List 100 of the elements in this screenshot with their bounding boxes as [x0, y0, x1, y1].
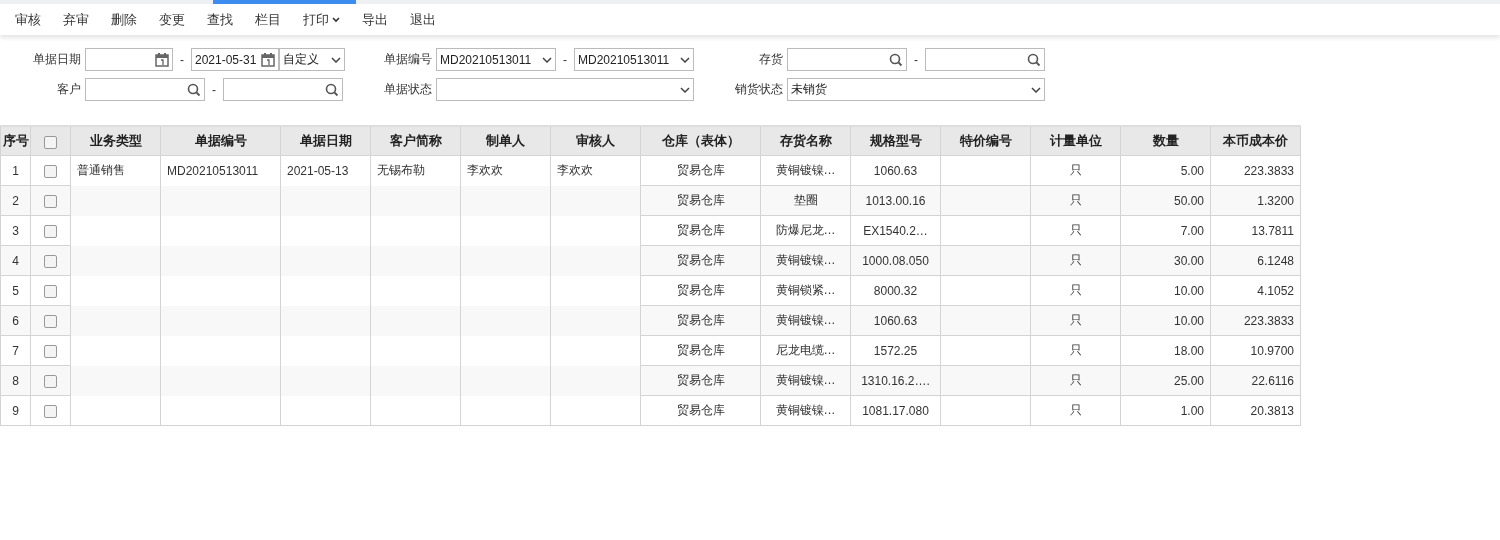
table-cell: 1.3200	[1210, 185, 1301, 216]
calendar-icon[interactable]	[155, 52, 169, 67]
row-checkbox[interactable]	[44, 164, 57, 178]
row-checkbox[interactable]	[44, 284, 57, 298]
table-cell: 8000.32	[850, 275, 941, 306]
table-cell: 只	[1030, 215, 1121, 246]
search-icon[interactable]	[187, 82, 201, 97]
chevron-down-icon	[331, 56, 341, 63]
calendar-icon[interactable]	[261, 52, 275, 67]
table-cell: 贸易仓库	[640, 155, 761, 186]
table-cell: 18.00	[1120, 335, 1211, 366]
table-cell: 223.3833	[1210, 155, 1301, 186]
search-icon[interactable]	[1027, 52, 1041, 67]
table-cell: 只	[1030, 245, 1121, 276]
table-cell: 贸易仓库	[640, 365, 761, 396]
filter-label: 存货	[758, 51, 784, 68]
toolbar-button[interactable]: 退出	[403, 10, 443, 29]
filter-label: 单据编号	[383, 51, 433, 68]
column-header: 计量单位	[1030, 126, 1121, 156]
table-cell: 只	[1030, 185, 1121, 216]
date-field[interactable]: 2021-05-31	[191, 48, 279, 71]
search-icon[interactable]	[325, 82, 339, 97]
table-cell: 贸易仓库	[640, 185, 761, 216]
table-cell: 黄铜镀镍…	[760, 395, 851, 426]
chevron-down-icon	[1031, 86, 1041, 93]
table-cell: 黄铜镀镍…	[760, 155, 851, 186]
row-checkbox[interactable]	[44, 194, 57, 208]
table-cell: 1572.25	[850, 335, 941, 366]
table-cell: 50.00	[1120, 185, 1211, 216]
row-number: 5	[0, 275, 31, 306]
column-header: 数量	[1120, 126, 1211, 156]
column-header: 审核人	[550, 126, 641, 156]
row-checkbox[interactable]	[44, 374, 57, 388]
row-number: 1	[0, 155, 31, 186]
row-checkbox[interactable]	[44, 314, 57, 328]
toolbar-button[interactable]: 变更	[152, 10, 192, 29]
table-cell: 13.7811	[1210, 215, 1301, 246]
table-cell: 223.3833	[1210, 305, 1301, 336]
toolbar-button[interactable]: 栏目	[248, 10, 288, 29]
table-cell: 贸易仓库	[640, 395, 761, 426]
toolbar-button[interactable]: 删除	[104, 10, 144, 29]
search-field[interactable]	[223, 78, 343, 101]
table-cell: 李欢欢	[550, 155, 641, 186]
column-header: 制单人	[460, 126, 551, 156]
toolbar-button[interactable]: 弃审	[56, 10, 96, 29]
row-checkbox[interactable]	[44, 224, 57, 238]
search-field[interactable]	[85, 78, 205, 101]
table-cell: 李欢欢	[460, 155, 551, 186]
chevron-down-icon	[680, 86, 690, 93]
table-cell: 黄铜镀镍…	[760, 365, 851, 396]
table-cell: 6.1248	[1210, 245, 1301, 276]
toolbar-button[interactable]: 审核	[8, 10, 48, 29]
table-cell: 7.00	[1120, 215, 1211, 246]
table-cell: 5.00	[1120, 155, 1211, 186]
dropdown-field[interactable]	[436, 78, 694, 101]
column-header: 规格型号	[850, 126, 941, 156]
date-field[interactable]	[85, 48, 173, 71]
range-dash: -	[211, 82, 217, 97]
column-header: 仓库（表体）	[640, 126, 761, 156]
table-cell: 黄铜镀镍…	[760, 245, 851, 276]
dropdown-field[interactable]: MD20210513011	[436, 48, 556, 71]
row-checkbox[interactable]	[44, 344, 57, 358]
range-dash: -	[179, 52, 185, 67]
column-header: 序号	[0, 126, 31, 156]
table-cell: 10.00	[1120, 275, 1211, 306]
filter-label: 单据状态	[383, 81, 433, 98]
row-number: 8	[0, 365, 31, 396]
dropdown-field[interactable]: MD20210513011	[574, 48, 694, 71]
table-cell: 贸易仓库	[640, 305, 761, 336]
table-cell: 黄铜锁紧…	[760, 275, 851, 306]
select-all-checkbox[interactable]	[44, 135, 57, 149]
column-header: 单据编号	[160, 126, 281, 156]
row-checkbox[interactable]	[44, 404, 57, 418]
row-number: 3	[0, 215, 31, 246]
dropdown-field[interactable]: 自定义	[279, 48, 345, 71]
table-cell: 尼龙电缆…	[760, 335, 851, 366]
table-cell: 1081.17.080	[850, 395, 941, 426]
row-number: 4	[0, 245, 31, 276]
dropdown-field[interactable]: 未销货	[787, 78, 1045, 101]
table-cell: 黄铜镀镍…	[760, 305, 851, 336]
toolbar-button[interactable]: 查找	[200, 10, 240, 29]
table-cell: 2021-05-13	[280, 155, 371, 186]
chevron-down-icon	[542, 56, 552, 63]
row-number: 6	[0, 305, 31, 336]
search-icon[interactable]	[889, 52, 903, 67]
filter-label: 单据日期	[32, 51, 82, 68]
table-cell: 贸易仓库	[640, 215, 761, 246]
search-field[interactable]	[925, 48, 1045, 71]
row-number: 2	[0, 185, 31, 216]
table-cell: 防爆尼龙…	[760, 215, 851, 246]
table-cell: 25.00	[1120, 365, 1211, 396]
toolbar-button[interactable]: 导出	[355, 10, 395, 29]
search-field[interactable]	[787, 48, 907, 71]
dropdown-button[interactable]: 打印	[296, 10, 347, 29]
column-header: 业务类型	[70, 126, 161, 156]
column-header: 客户简称	[370, 126, 461, 156]
row-checkbox[interactable]	[44, 254, 57, 268]
table-cell: 1060.63	[850, 155, 941, 186]
table-cell: 垫圈	[760, 185, 851, 216]
table-cell: 20.3813	[1210, 395, 1301, 426]
